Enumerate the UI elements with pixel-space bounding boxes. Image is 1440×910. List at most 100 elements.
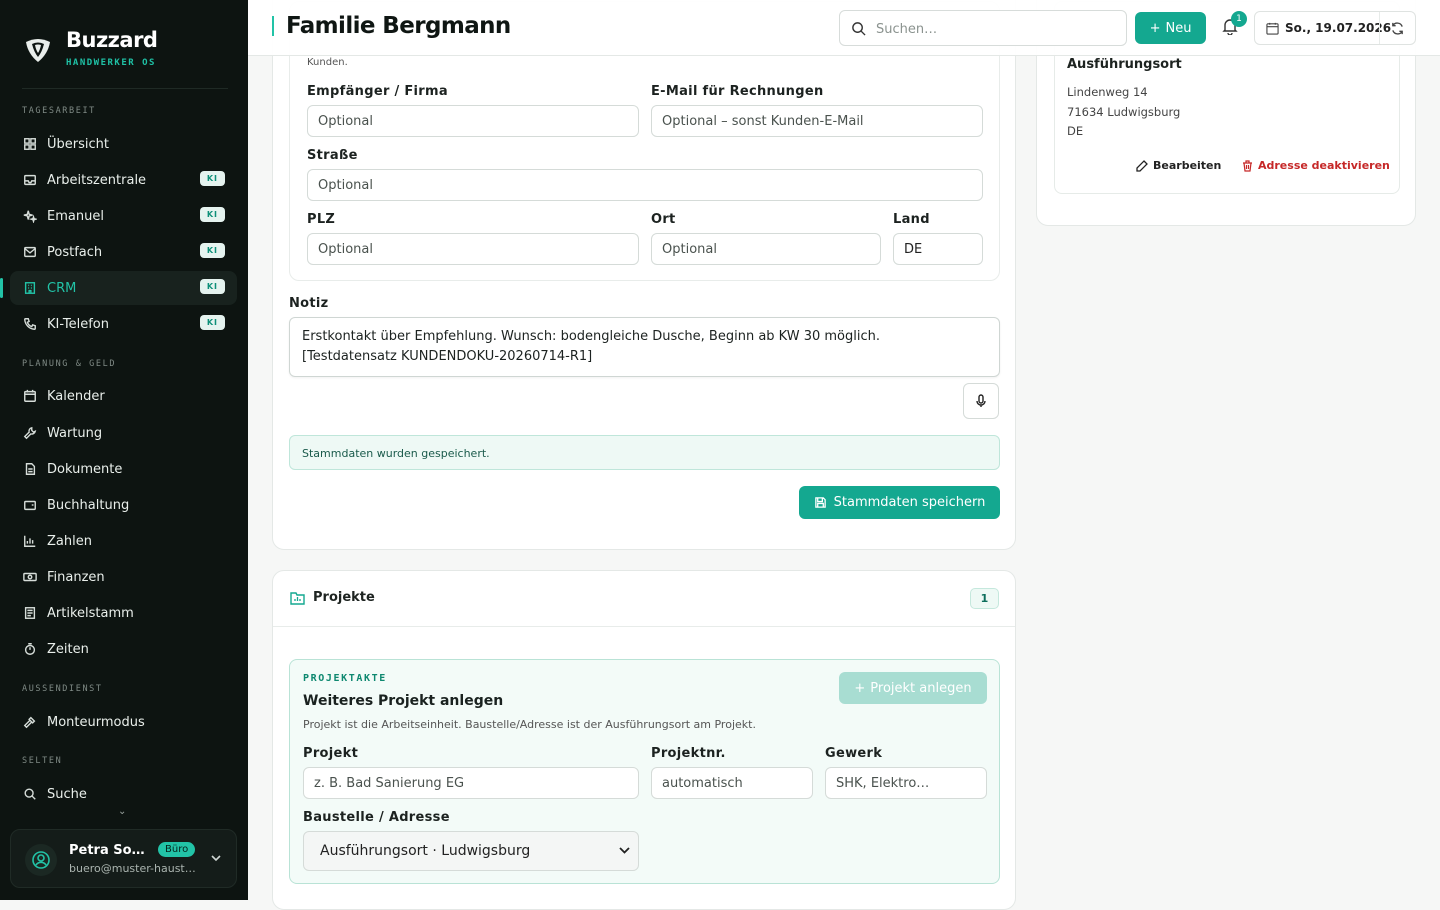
note-line: Erstkontakt über Empfehlung. Wunsch: bod… [302,329,880,344]
notification-badge: 1 [1231,11,1247,27]
new-project-form: PROJEKTAKTE Weiteres Projekt anlegen Pro… [289,659,1000,884]
sidebar-item-label: Übersicht [47,136,109,152]
calendar-icon [1266,22,1279,35]
city-input[interactable] [651,233,881,265]
deactivate-address-button[interactable]: Adresse deaktivieren [1242,159,1390,172]
address-title: Ausführungsort [1067,57,1182,72]
projects-card: Projekte 1 PROJEKTAKTE Weiteres Projekt … [272,570,1016,910]
street-label: Straße [307,148,358,163]
projects-title: Projekte [313,590,375,605]
refresh-icon[interactable] [1390,21,1405,36]
sidebar-item-label: CRM [47,280,77,296]
billing-hint: Kunden. [307,57,348,68]
avatar [25,844,57,876]
microphone-icon [976,394,986,407]
search-box[interactable] [839,10,1127,46]
new-button[interactable]: + Neu [1135,12,1206,44]
sidebar-item-ki-telefon[interactable]: KI-Telefon KI [10,307,237,341]
sidebar-item-artikelstamm[interactable]: Artikelstamm [10,596,237,630]
phone-icon [22,316,38,332]
user-icon [32,851,50,869]
new-project-description: Projekt ist die Arbeitseinheit. Baustell… [303,718,756,731]
projects-count-badge: 1 [970,588,999,609]
address-city: 71634 Ludwigsburg [1067,105,1181,119]
ki-badge: KI [199,171,225,186]
logo[interactable]: Buzzard HANDWERKER OS [22,28,158,68]
address-country: DE [1067,124,1084,138]
search-icon [22,786,38,802]
page-title: Familie Bergmann [286,13,511,39]
save-button-label: Stammdaten speichern [833,495,986,510]
section-aussendienst: AUSSENDIENST [22,684,103,694]
sidebar-item-uebersicht[interactable]: Übersicht [10,127,237,161]
sidebar-item-emanuel[interactable]: Emanuel KI [10,199,237,233]
chevron-down-icon[interactable]: ⌄ [118,806,126,817]
sidebar-item-zahlen[interactable]: Zahlen [10,524,237,558]
trade-input[interactable] [825,767,987,799]
sidebar-item-postfach[interactable]: Postfach KI [10,235,237,269]
sidebar-item-finanzen[interactable]: Finanzen [10,560,237,594]
list-icon [22,605,38,621]
sidebar-item-buchhaltung[interactable]: Buchhaltung [10,488,237,522]
chart-icon [22,533,38,549]
zip-label: PLZ [307,212,336,227]
ki-badge: KI [199,315,225,330]
wrench-icon [22,425,38,441]
address-street: Lindenweg 14 [1067,85,1148,99]
ki-badge: KI [199,243,225,258]
sidebar-item-zeiten[interactable]: Zeiten [10,632,237,666]
sidebar-item-label: Artikelstamm [47,605,134,621]
recipient-label: Empfänger / Firma [307,84,448,99]
billing-email-input[interactable] [651,105,983,137]
sidebar-item-dokumente[interactable]: Dokumente [10,452,237,486]
sidebar-item-label: Kalender [47,388,105,404]
document-icon [22,461,38,477]
user-menu[interactable]: Petra So… Büro buero@muster-haust… [10,829,237,888]
project-name-input[interactable] [303,767,639,799]
user-email: buero@muster-haust… [69,862,196,875]
sidebar-item-monteurmodus[interactable]: Monteurmodus [10,705,237,739]
deactivate-label: Adresse deaktivieren [1258,159,1390,172]
projects-header: Projekte 1 [273,571,1015,627]
save-masterdata-button[interactable]: Stammdaten speichern [799,486,1000,519]
role-badge: Büro [158,842,196,857]
section-planung: PLANUNG & GELD [22,359,117,369]
folder-chart-icon [290,592,305,605]
country-label: Land [893,212,930,227]
recipient-input[interactable] [307,105,639,137]
note-textarea[interactable]: Erstkontakt über Empfehlung. Wunsch: bod… [289,317,1000,377]
edit-label: Bearbeiten [1153,159,1222,172]
sidebar-item-wartung[interactable]: Wartung [10,416,237,450]
chevron-down-icon [211,855,221,862]
timer-icon [22,641,38,657]
trade-label: Gewerk [825,746,883,761]
billing-email-label: E-Mail für Rechnungen [651,84,824,99]
buzzard-logo-icon [26,39,50,62]
note-line: [Testdatensatz KUNDENDOKU-20260714-R1] [302,349,593,364]
country-input[interactable] [893,233,983,265]
sidebar-item-label: Wartung [47,425,103,441]
divider [1379,12,1380,44]
project-number-input[interactable] [651,767,813,799]
sidebar-item-label: KI-Telefon [47,316,109,332]
sidebar-item-label: Monteurmodus [47,714,145,730]
create-project-button[interactable]: + Projekt anlegen [839,672,987,704]
ki-badge: KI [199,279,225,294]
search-input[interactable] [876,19,1116,39]
section-selten: SELTEN [22,756,63,766]
street-input[interactable] [307,169,983,201]
dictate-button[interactable] [963,383,999,419]
sidebar-item-crm[interactable]: CRM KI [0,271,237,305]
site-label: Baustelle / Adresse [303,810,450,825]
site-select[interactable]: Ausführungsort · Ludwigsburg [303,831,639,871]
app-name: Buzzard [66,28,158,52]
edit-address-button[interactable]: Bearbeiten [1136,159,1221,172]
sidebar-item-label: Emanuel [47,208,104,224]
sidebar-item-arbeitszentrale[interactable]: Arbeitszentrale KI [10,163,237,197]
date-selector[interactable]: So., 19.07.2026 [1254,11,1416,45]
sidebar-item-kalender[interactable]: Kalender [10,379,237,413]
project-number-label: Projektnr. [651,746,726,761]
sidebar-item-label: Dokumente [47,461,123,477]
zip-input[interactable] [307,233,639,265]
app-subtitle: HANDWERKER OS [66,58,156,68]
